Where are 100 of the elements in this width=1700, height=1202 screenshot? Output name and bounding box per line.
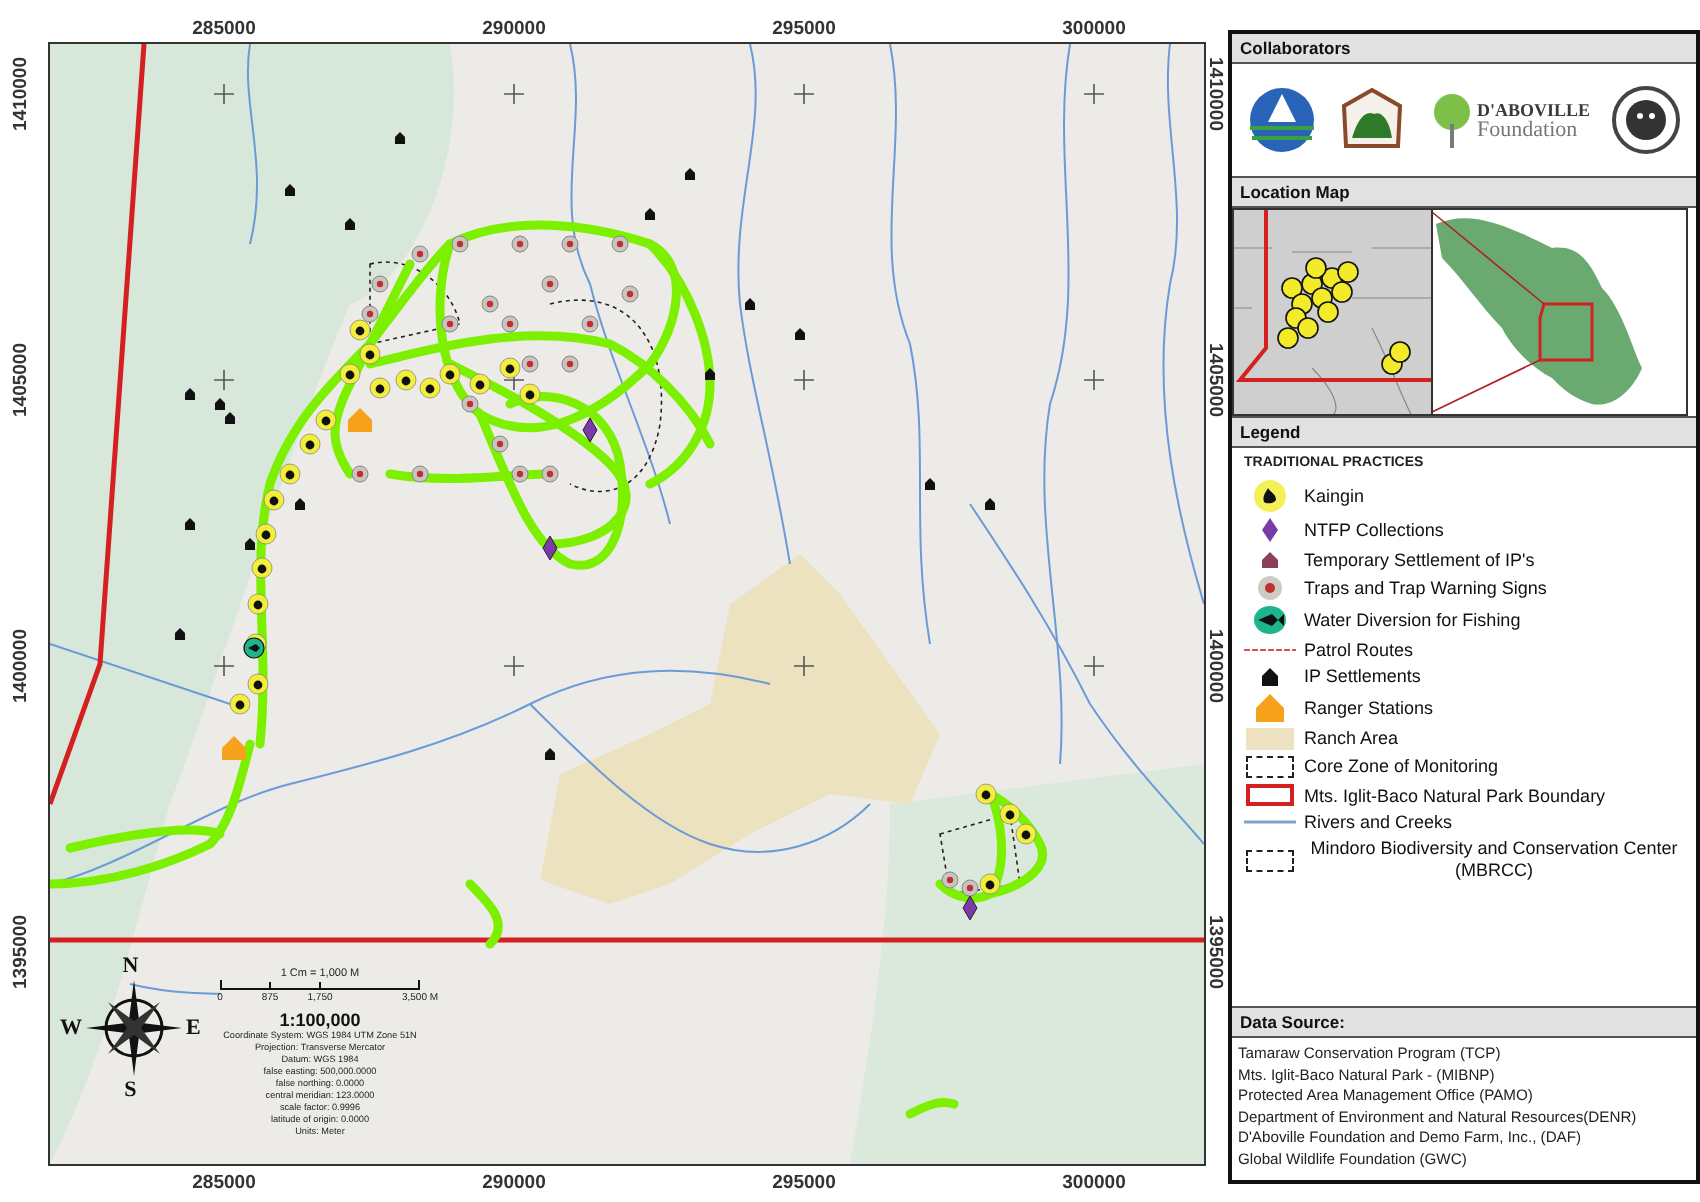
legend-label: IP Settlements [1304, 666, 1421, 687]
easting-label: 285000 [192, 1172, 256, 1194]
house-icon [348, 408, 372, 432]
legend-label: Water Diversion for Fishing [1304, 609, 1521, 630]
house-icon [245, 538, 255, 550]
kaingin-icon [499, 357, 521, 379]
kaingin-icon [299, 433, 321, 455]
house-icon [685, 168, 695, 180]
easting-label: 295000 [772, 18, 836, 40]
logo-wordmark: Foundation [1477, 119, 1580, 141]
trap-icon [511, 235, 529, 253]
section-header: Data Source: [1232, 1006, 1696, 1038]
kaingin-icon [419, 377, 441, 399]
diamond-icon [542, 535, 558, 561]
legend-label: NTFP Collections [1304, 520, 1444, 541]
house-icon [295, 498, 305, 510]
house-icon [925, 478, 935, 490]
diamond-icon [582, 417, 598, 443]
outline-swatch [1246, 784, 1294, 807]
kaingin-icon [229, 693, 251, 715]
kaingin-icon [263, 489, 285, 511]
dotted-outline-swatch [1246, 755, 1294, 778]
fire-icon [1254, 480, 1286, 513]
house-icon [705, 368, 715, 380]
kaingin-icon [279, 463, 301, 485]
trap-icon [621, 285, 639, 303]
kaingin-icon [999, 803, 1021, 825]
house-icon [185, 518, 195, 530]
house-icon [175, 628, 185, 640]
northing-label: 1410000 [10, 57, 32, 131]
diamond-icon [962, 895, 978, 921]
house-icon [985, 498, 995, 510]
easting-label: 290000 [482, 1172, 546, 1194]
dashed-line-icon [1244, 648, 1296, 653]
kaingin-icon [247, 673, 269, 695]
line-icon [1244, 820, 1296, 825]
trap-icon [351, 465, 369, 483]
trap-icon [581, 315, 599, 333]
compass-letter: W [60, 1016, 82, 1040]
trap-icon [541, 275, 559, 293]
trap-icon [611, 235, 629, 253]
legend-label: Traps and Trap Warning Signs [1304, 577, 1547, 598]
house-icon [645, 208, 655, 220]
legend-label: Temporary Settlement of IP's [1304, 549, 1535, 570]
house-icon [185, 388, 195, 400]
legend-label: Ranger Stations [1304, 697, 1434, 717]
northing-label: 1395000 [1204, 915, 1226, 989]
kaingin-icon [251, 557, 273, 579]
compass-letter: S [124, 1078, 137, 1102]
house-icon [345, 218, 355, 230]
northing-label: 1410000 [1204, 57, 1226, 131]
legend-label: Mts. Iglit-Baco Natural Park Boundary [1304, 785, 1606, 806]
legend-label: Core Zone of Monitoring [1304, 756, 1499, 777]
trap-icon [411, 465, 429, 483]
trap-icon [451, 235, 469, 253]
park-logo-icon [1337, 86, 1406, 154]
dotted-outline-swatch [1246, 849, 1294, 872]
house-icon [285, 184, 295, 196]
northing-label: 1400000 [1204, 629, 1226, 703]
easting-label: 300000 [1062, 18, 1126, 40]
easting-label: 290000 [482, 18, 546, 40]
diamond-icon [1262, 518, 1278, 543]
house-icon [745, 298, 755, 310]
northing-label: 1405000 [10, 343, 32, 417]
kaingin-icon [1015, 823, 1037, 845]
easting-label: 300000 [1062, 1172, 1126, 1194]
house-icon [395, 132, 405, 144]
target-icon [1258, 575, 1282, 600]
house-icon [545, 748, 555, 760]
northing-label: 1395000 [10, 915, 32, 989]
house-icon [795, 328, 805, 340]
compass-letter: E [186, 1016, 201, 1040]
compass-letter: N [122, 954, 139, 978]
trap-icon [561, 235, 579, 253]
kaingin-icon [469, 373, 491, 395]
kaingin-icon [395, 369, 417, 391]
house-icon [1256, 693, 1284, 721]
legend-label: Mindoro Biodiversity and Conservation Center (MBRCC) [1308, 838, 1680, 883]
trap-icon [561, 355, 579, 373]
kaingin-icon [255, 523, 277, 545]
compass-rose-icon [84, 978, 184, 1078]
kaingin-icon [369, 377, 391, 399]
kaingin-icon [339, 363, 361, 385]
easting-label: 285000 [192, 18, 256, 40]
agency-logo-icon [1248, 86, 1317, 154]
trap-icon [411, 245, 429, 263]
kaingin-icon [247, 593, 269, 615]
legend-label: Patrol Routes [1304, 640, 1414, 661]
kaingin-icon [975, 783, 997, 805]
kaingin-icon [349, 319, 371, 341]
trap-icon [521, 355, 539, 373]
house-icon [1262, 551, 1278, 568]
kaingin-icon [315, 409, 337, 431]
scale-ratio: 1:100,000 [279, 1010, 361, 1030]
kaingin-icon [439, 363, 461, 385]
logo-wordmark: D'ABOVILLE [1477, 99, 1591, 119]
kaingin-icon [979, 873, 1001, 895]
kaingin-icon [519, 383, 541, 405]
section-header: Collaborators [1232, 34, 1696, 64]
kaingin-icon [359, 343, 381, 365]
